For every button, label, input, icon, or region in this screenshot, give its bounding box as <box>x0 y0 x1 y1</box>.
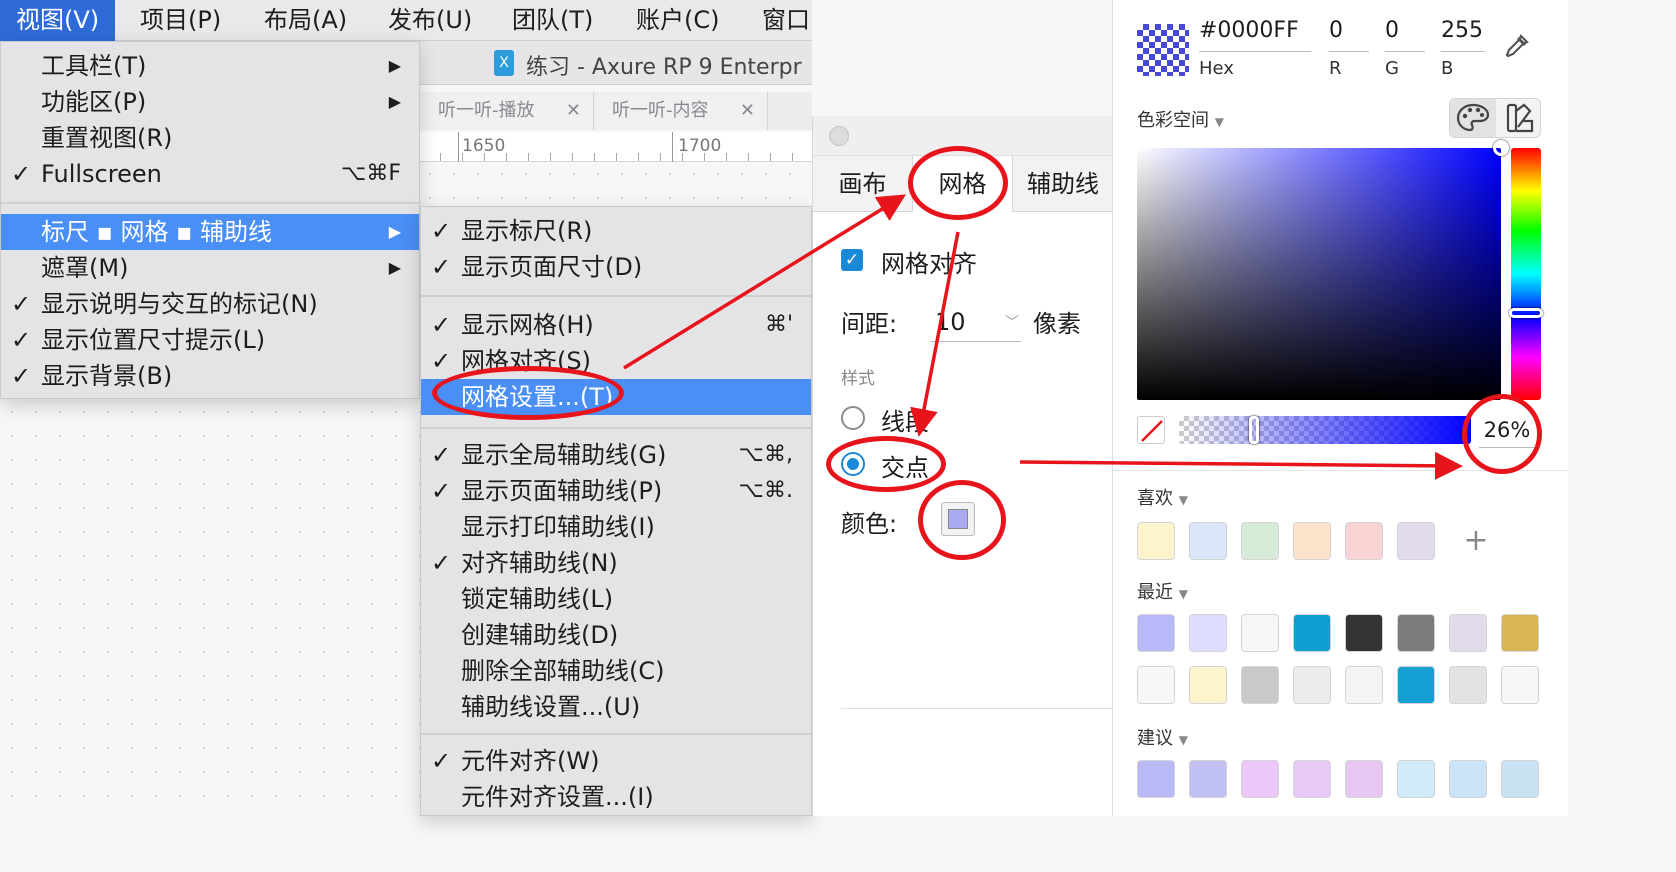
annotation-arrow <box>1019 451 1463 480</box>
annotation-arrow <box>623 194 906 370</box>
annotation-arrows <box>623 194 1463 480</box>
annotation-arrow <box>910 231 960 437</box>
